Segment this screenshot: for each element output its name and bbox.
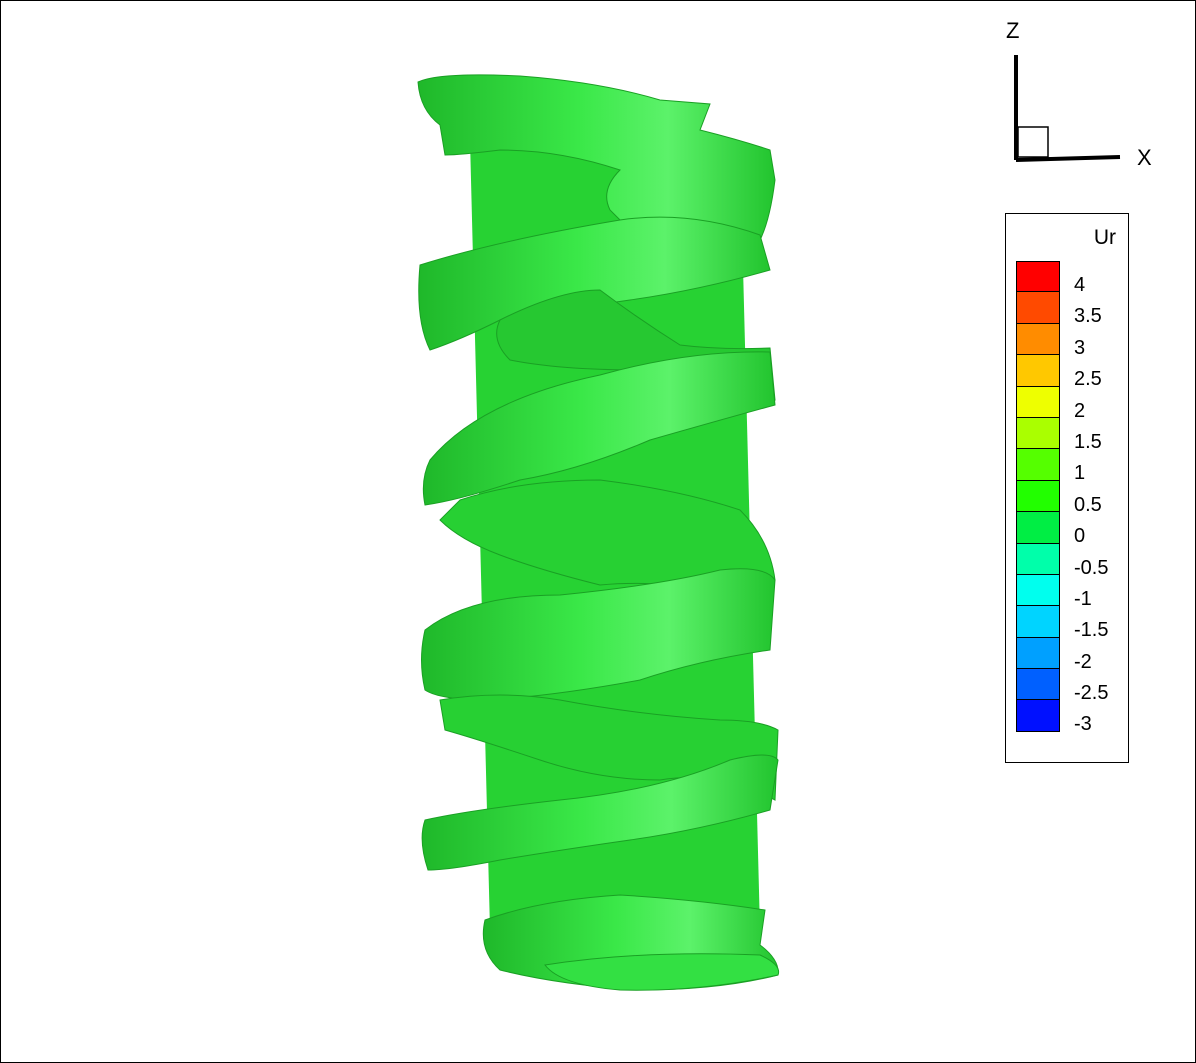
legend-label: 0	[1074, 525, 1086, 548]
legend-label: 0.5	[1074, 493, 1102, 516]
legend-label: 4	[1074, 274, 1086, 296]
axis-box-marker	[1017, 126, 1049, 158]
legend-label: -2	[1074, 650, 1092, 673]
legend-swatch	[1016, 606, 1060, 638]
legend-label: 3	[1074, 336, 1086, 359]
axis-triad	[1014, 55, 1121, 162]
legend-swatch	[1016, 543, 1060, 575]
legend-swatch	[1016, 700, 1060, 732]
color-legend: Ur 4 3.5 3 2.5 2 1.5 1 0.5 0 -0.5 -1 -1.5 -2 -2.5 -3	[1005, 213, 1129, 763]
legend-swatch	[1016, 386, 1060, 418]
legend-swatch	[1016, 669, 1060, 701]
legend-swatches	[1016, 261, 1060, 732]
legend-swatch	[1016, 512, 1060, 544]
legend-label: 1	[1074, 462, 1086, 485]
legend-swatch	[1016, 574, 1060, 607]
legend-labels: 4 3.5 3 2.5 2 1.5 1 0.5 0 -0.5 -1 -1.5 -2 -2.5 -3	[1074, 270, 1108, 741]
legend-label: -2.5	[1074, 682, 1109, 705]
legend-label: -0.5	[1074, 556, 1109, 579]
legend-label: 1.5	[1074, 430, 1102, 453]
legend-label: -1.5	[1074, 619, 1109, 642]
legend-label: 2	[1074, 399, 1086, 422]
legend-swatch	[1016, 480, 1060, 513]
legend-swatch	[1016, 417, 1060, 450]
legend-swatch	[1016, 261, 1060, 293]
legend-label: -3	[1074, 713, 1092, 736]
legend-label: 2.5	[1074, 368, 1102, 391]
legend-label: -1	[1074, 587, 1092, 610]
legend-swatch	[1016, 355, 1060, 387]
legend-swatch	[1016, 292, 1060, 324]
legend-swatch	[1016, 323, 1060, 356]
legend-swatch	[1016, 449, 1060, 481]
helix-isosurface	[417, 74, 780, 991]
x-axis-label: X	[1137, 145, 1152, 170]
z-axis-label: Z	[1006, 18, 1020, 43]
legend-swatch	[1016, 637, 1060, 670]
legend-label: 3.5	[1074, 305, 1102, 328]
legend-title: Ur	[1093, 226, 1116, 249]
